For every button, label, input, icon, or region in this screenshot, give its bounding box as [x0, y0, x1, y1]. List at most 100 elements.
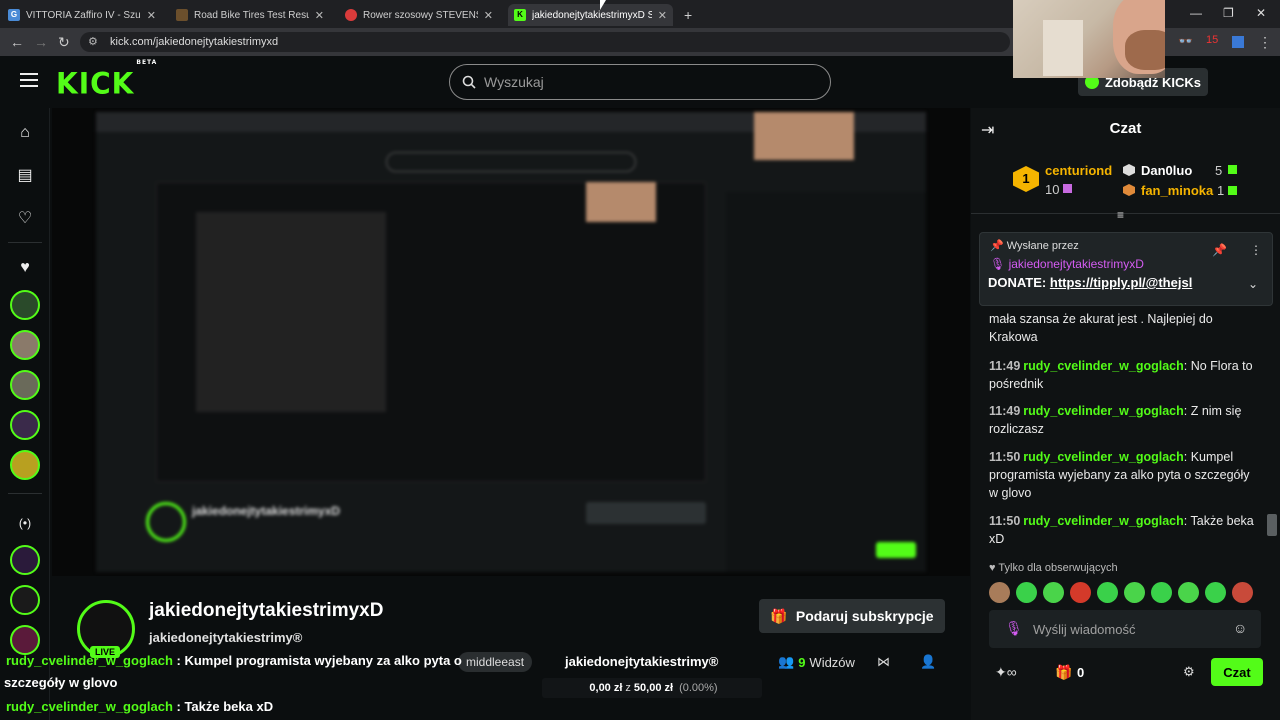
overlay-chat-user: rudy_cvelinder_w_goglach: [6, 653, 173, 668]
chat-message-input[interactable]: [1033, 621, 1213, 637]
emote-bar: [989, 582, 1253, 603]
url-text: kick.com/jakiedonejtytakiestrimyxd: [110, 36, 279, 48]
sub-goal-name: jakiedonejtytakiestrimy®: [565, 654, 719, 669]
gift-icon: 🎁: [770, 607, 788, 624]
close-window-icon[interactable]: ✕: [1256, 6, 1266, 20]
close-tab-icon[interactable]: ✕: [484, 9, 493, 22]
emote[interactable]: [1043, 582, 1064, 603]
search-icon: [462, 75, 476, 89]
hamburger-menu-icon[interactable]: [20, 73, 38, 91]
live-channel-avatar[interactable]: [10, 625, 40, 655]
site-favicon-icon: [176, 9, 188, 21]
emote[interactable]: [989, 582, 1010, 603]
chat-message-user[interactable]: rudy_cvelinder_w_goglach: [1023, 359, 1183, 373]
emote[interactable]: [1151, 582, 1172, 603]
chat-message-time: 11:49: [989, 404, 1021, 418]
expand-leaderboard-icon[interactable]: ≡: [1117, 208, 1124, 222]
url-bar[interactable]: ⚙ kick.com/jakiedonejtytakiestrimyxd: [80, 32, 1010, 52]
emote[interactable]: [1205, 582, 1226, 603]
search-input[interactable]: [484, 74, 784, 90]
emoji-picker-icon[interactable]: ☺: [1233, 620, 1247, 636]
pinned-header: 📌 Wysłane przez: [990, 240, 1079, 252]
leaderboard-name-3[interactable]: fan_minoka: [1141, 183, 1213, 198]
live-channel-avatar[interactable]: [10, 585, 40, 615]
close-tab-icon[interactable]: ✕: [147, 9, 156, 22]
browser-tab-2[interactable]: Road Bike Tires Test Results | Bi ✕: [170, 4, 330, 26]
gift-box-icon[interactable]: 🎁: [1055, 664, 1072, 681]
mouse-cursor-icon: [600, 0, 606, 10]
tab-title: Rower szosowy STEVENS Izoard: [363, 9, 478, 21]
goal-separator: z: [625, 682, 631, 694]
browser-tab-3[interactable]: Rower szosowy STEVENS Izoard ✕: [339, 4, 499, 26]
browse-icon[interactable]: ▤: [14, 164, 36, 186]
close-tab-icon[interactable]: ✕: [315, 9, 324, 22]
close-tab-icon[interactable]: ✕: [658, 9, 667, 22]
logo-text: KICK: [56, 66, 135, 101]
sidebar-divider: [8, 242, 42, 243]
followed-channel-avatar[interactable]: [10, 410, 40, 440]
gift-sub-icon: [1228, 165, 1237, 174]
video-player[interactable]: jakiedonejtytakiestrimyxD: [52, 108, 970, 576]
followed-channel-avatar[interactable]: [10, 450, 40, 480]
maximize-icon[interactable]: ❐: [1223, 6, 1234, 20]
pinned-menu-icon[interactable]: ⋮: [1250, 243, 1262, 257]
followers-only-notice: ♥ Tylko dla obserwujących: [989, 562, 1118, 574]
channel-name[interactable]: jakiedonejtytakiestrimyxD: [149, 600, 383, 622]
send-chat-button[interactable]: Czat: [1211, 658, 1263, 686]
browser-tab-1[interactable]: G VITTORIA Zaffiro IV - Szukaj w G ✕: [2, 4, 162, 26]
pinned-link[interactable]: https://tipply.pl/@thejsl: [1050, 275, 1192, 290]
minimize-icon[interactable]: —: [1190, 6, 1202, 20]
extension-icon[interactable]: 👓: [1178, 34, 1193, 48]
pinned-expand-icon[interactable]: ⌄: [1248, 277, 1258, 291]
site-info-icon[interactable]: ⚙: [88, 35, 98, 48]
new-tab-button[interactable]: +: [678, 4, 698, 26]
extension-s-icon[interactable]: [1232, 36, 1244, 48]
home-icon[interactable]: ⌂: [14, 122, 36, 144]
video-content-webcam-top: [754, 112, 854, 160]
search-box[interactable]: [449, 64, 831, 100]
chat-settings-icon[interactable]: ⚙: [1183, 664, 1195, 680]
chat-message-user[interactable]: rudy_cvelinder_w_goglach: [1023, 514, 1183, 528]
emote[interactable]: [1124, 582, 1145, 603]
overlay-chat-user: rudy_cvelinder_w_goglach: [6, 699, 173, 714]
follow-user-icon[interactable]: 👤: [920, 654, 936, 670]
chat-input-box[interactable]: 🎙 ☺: [989, 610, 1261, 648]
emote[interactable]: [1097, 582, 1118, 603]
video-frame: jakiedonejtytakiestrimyxD: [96, 112, 926, 572]
sidebar-divider: [8, 493, 42, 494]
leaderboard-name-2[interactable]: Dan0luo: [1141, 163, 1192, 178]
emote[interactable]: [1232, 582, 1253, 603]
category-tag[interactable]: middleeast: [458, 652, 533, 672]
chat-message-user[interactable]: rudy_cvelinder_w_goglach: [1023, 404, 1183, 418]
emote[interactable]: [1178, 582, 1199, 603]
gift-subscription-button[interactable]: 🎁 Podaruj subskrypcje: [759, 599, 945, 633]
forward-icon[interactable]: →: [34, 34, 48, 50]
emote[interactable]: [1070, 582, 1091, 603]
followed-channel-avatar[interactable]: [10, 370, 40, 400]
gift-sub-icon: [1228, 186, 1237, 195]
browser-tab-4[interactable]: K jakiedonejtytakiestrimyxD Stre ✕: [508, 4, 673, 26]
following-icon[interactable]: ♡: [14, 207, 36, 229]
kick-logo[interactable]: KICKBETA: [56, 58, 157, 101]
chat-message: mała szansa że akurat jest . Najlepiej d…: [989, 310, 1259, 346]
unpin-icon[interactable]: 📌: [1212, 243, 1227, 257]
leaderboard-name-1[interactable]: centuriond: [1045, 163, 1112, 178]
chat-scrollbar[interactable]: [1267, 514, 1277, 536]
share-icon[interactable]: ⋈: [877, 654, 890, 670]
video-content-nested-inner: [196, 212, 386, 412]
chat-message-time: 11:50: [989, 514, 1021, 528]
chat-message-user[interactable]: rudy_cvelinder_w_goglach: [1023, 450, 1183, 464]
reload-icon[interactable]: ↻: [58, 34, 70, 51]
emote[interactable]: [1016, 582, 1037, 603]
kicks-points-icon[interactable]: ✦∞: [995, 664, 1017, 681]
menu-kebab-icon[interactable]: ⋮: [1258, 34, 1272, 51]
back-icon[interactable]: ←: [10, 34, 24, 50]
live-channel-avatar[interactable]: [10, 545, 40, 575]
overlay-chat-text: szczegóły w glovo: [4, 675, 118, 690]
extension-badge[interactable]: 15: [1206, 34, 1218, 46]
followed-channel-avatar[interactable]: [10, 290, 40, 320]
pinned-user[interactable]: 🎙 jakiedonejtytakiestrimyxD: [990, 257, 1144, 271]
leaderboard-value-1: 10: [1045, 182, 1060, 197]
sub-goal-progress: 0,00 zł z 50,00 zł (0.00%): [542, 678, 762, 698]
followed-channel-avatar[interactable]: [10, 330, 40, 360]
